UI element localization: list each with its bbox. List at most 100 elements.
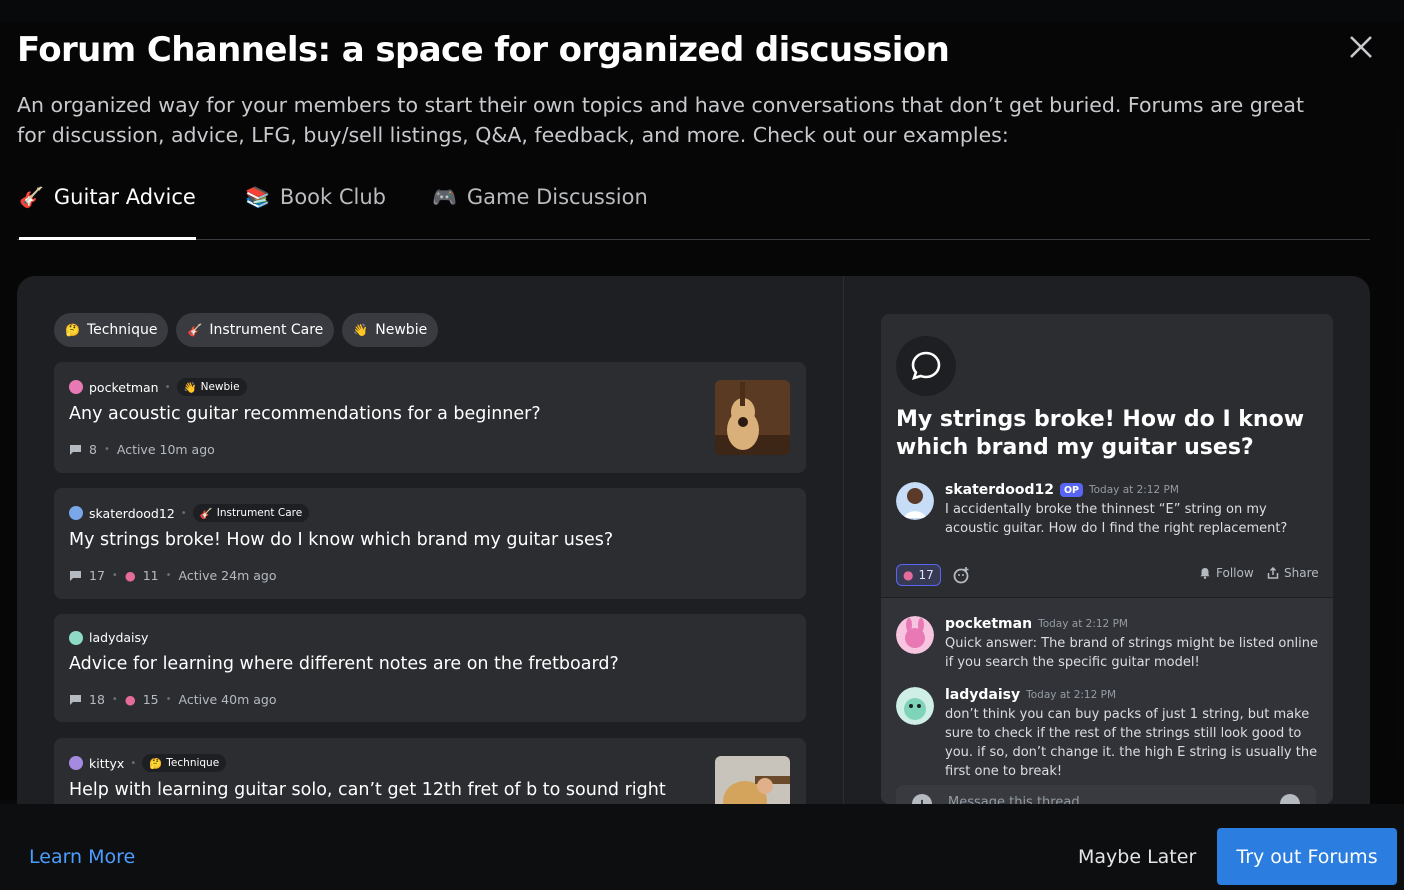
message-text: Quick answer: The brand of strings might…: [945, 636, 1319, 670]
post-activity: Active 10m ago: [116, 442, 215, 457]
thread-icon: [896, 336, 956, 396]
learn-more-link[interactable]: Learn More: [29, 846, 135, 868]
follow-button[interactable]: Follow: [1199, 566, 1254, 580]
thread-replies: pocketman Today at 2:12 PM Quick answer:…: [881, 598, 1333, 804]
post-thumbnail: [715, 756, 790, 804]
tab-game-discussion[interactable]: 🎮 Game Discussion: [432, 182, 648, 240]
message-time: Today at 2:12 PM: [1089, 484, 1179, 496]
add-reaction-button[interactable]: [951, 564, 973, 586]
post-title: Help with learning guitar solo, can’t ge…: [69, 780, 666, 800]
acoustic-guitar-image: [715, 380, 790, 455]
op-badge: OP: [1059, 483, 1083, 497]
post-tag-label: Instrument Care: [216, 507, 303, 519]
tab-book-club[interactable]: 📚 Book Club: [245, 182, 386, 240]
tag-label: Technique: [86, 322, 158, 338]
emoji-icon[interactable]: [1280, 794, 1300, 804]
thinking-face-icon: 🤔: [149, 757, 163, 770]
post-tag: 🤔 Technique: [142, 754, 227, 772]
forum-channels-modal: Forum Channels: a space for organized di…: [0, 0, 1404, 890]
thinking-face-icon: 🤔: [65, 323, 80, 337]
tag-instrument-care[interactable]: 🎸 Instrument Care: [176, 313, 335, 347]
post-author: kittyx: [89, 755, 125, 771]
maybe-later-button[interactable]: Maybe Later: [1078, 846, 1196, 868]
post-tag: 🎸 Instrument Care: [192, 504, 310, 522]
separator-dot: •: [180, 507, 187, 519]
reaction-emoji-icon: ●: [124, 568, 136, 583]
reaction-count: 15: [142, 692, 159, 707]
tab-guitar-advice[interactable]: 🎸 Guitar Advice: [19, 182, 196, 240]
message-time: Today at 2:12 PM: [1026, 689, 1117, 701]
separator-dot: •: [111, 570, 118, 581]
avatar: [896, 482, 934, 520]
post-author: ladydaisy: [89, 630, 149, 645]
share-button[interactable]: Share: [1267, 566, 1319, 580]
avatar: [69, 380, 83, 394]
share-icon: [1267, 567, 1279, 579]
post-tag-label: Newbie: [200, 381, 240, 393]
tag-label: Newbie: [375, 322, 428, 338]
tab-label: Game Discussion: [466, 185, 648, 209]
thread-actions: ● 17 Follow Share: [881, 554, 1333, 598]
plus-icon[interactable]: +: [912, 794, 932, 804]
separator-dot: •: [111, 694, 118, 705]
forum-post[interactable]: pocketman • 👋 Newbie Any acoustic guitar…: [54, 362, 806, 473]
forum-post[interactable]: kittyx • 🤔 Technique Help with learning …: [54, 738, 806, 804]
message-time: Today at 2:12 PM: [1038, 618, 1128, 630]
tag-technique[interactable]: 🤔 Technique: [54, 313, 169, 347]
post-thumbnail: [715, 380, 790, 455]
guitar-playing-image: [715, 756, 790, 804]
try-out-forums-button[interactable]: Try out Forums: [1217, 828, 1397, 885]
post-title: My strings broke! How do I know which br…: [69, 530, 614, 550]
tag-label: Instrument Care: [209, 322, 324, 338]
preview-divider: [843, 276, 844, 804]
reply-message: pocketman Today at 2:12 PM Quick answer:…: [896, 616, 1321, 676]
guitar-icon: 🎸: [199, 507, 213, 520]
gamepad-icon: 🎮: [432, 185, 457, 209]
reply-message: ladydaisy Today at 2:12 PM don’t think y…: [896, 687, 1321, 785]
close-button[interactable]: [1344, 30, 1378, 64]
reaction-count: 17: [918, 568, 934, 582]
thread-view: My strings broke! How do I know which br…: [881, 314, 1333, 804]
modal-footer: Learn More Maybe Later Try out Forums: [0, 804, 1404, 890]
forum-post[interactable]: ladydaisy Advice for learning where diff…: [54, 614, 806, 722]
thread-message-input[interactable]: + Message this thread: [896, 785, 1316, 804]
thread-title: My strings broke! How do I know which br…: [896, 407, 1305, 460]
reaction-emoji-icon: ●: [124, 692, 136, 707]
message-text: I accidentally broke the thinnest “E” st…: [945, 502, 1288, 536]
reaction-button[interactable]: ● 17: [896, 564, 941, 586]
close-icon: [1350, 36, 1372, 58]
message-icon: [70, 570, 81, 581]
post-title: Advice for learning where different note…: [69, 654, 619, 674]
message-placeholder: Message this thread: [948, 795, 1080, 804]
guitar-icon: 🎸: [19, 185, 44, 209]
chat-bubble-icon: [911, 351, 941, 380]
avatar: [896, 687, 934, 725]
avatar: [896, 616, 934, 654]
tab-label: Book Club: [279, 185, 386, 209]
example-tabs: 🎸 Guitar Advice 📚 Book Club 🎮 Game Discu…: [17, 176, 1370, 240]
message-count: 18: [89, 692, 105, 707]
message-count: 17: [89, 568, 105, 583]
separator-dot: •: [164, 381, 171, 393]
modal-subtitle: An organized way for your members to sta…: [17, 93, 1304, 147]
forum-post[interactable]: skaterdood12 • 🎸 Instrument Care My stri…: [54, 488, 806, 599]
message-author: pocketman: [945, 616, 1033, 632]
message-icon: [70, 694, 81, 705]
bell-icon: [1200, 568, 1210, 579]
op-message: skaterdood12 OP Today at 2:12 PM I accid…: [896, 482, 1321, 544]
separator-dot: •: [130, 757, 137, 769]
message-text: don’t think you can buy packs of just 1 …: [945, 707, 1318, 779]
separator-dot: •: [165, 570, 172, 581]
forum-tag-filter: 🤔 Technique 🎸 Instrument Care 👋 Newbie: [54, 313, 439, 347]
forum-preview: 🤔 Technique 🎸 Instrument Care 👋 Newbie p…: [17, 276, 1370, 804]
share-label: Share: [1284, 566, 1319, 580]
reaction-emoji-icon: ●: [903, 568, 914, 582]
avatar: [69, 506, 83, 520]
post-tag-label: Technique: [166, 757, 220, 769]
message-author: skaterdood12: [945, 482, 1054, 498]
separator-dot: •: [165, 694, 172, 705]
books-icon: 📚: [245, 185, 270, 209]
post-tag: 👋 Newbie: [176, 378, 247, 396]
post-activity: Active 24m ago: [178, 568, 277, 583]
tag-newbie[interactable]: 👋 Newbie: [342, 313, 439, 347]
